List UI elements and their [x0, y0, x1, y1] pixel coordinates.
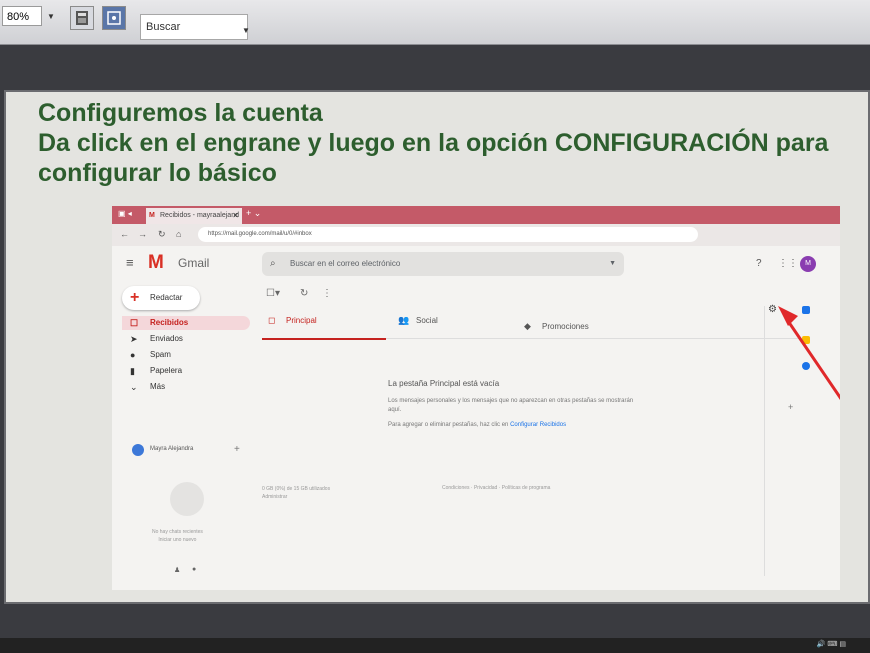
- calculator-icon: [76, 11, 88, 25]
- zoom-field[interactable]: 80%: [2, 6, 42, 26]
- app-toolbar: 80% ▼ Buscar ▼: [0, 0, 870, 45]
- slide-title-line1: Configuremos la cuenta: [38, 99, 323, 127]
- zoom-dropdown-icon[interactable]: ▼: [44, 6, 58, 26]
- slide-title-line2: Da click en el engrane y luego en la opc…: [38, 129, 829, 157]
- gmail-screenshot: ▣ ◂ M Recibidos - mayraalejand ✕ + ⌄ ← →…: [112, 206, 840, 590]
- select-icon: [107, 11, 121, 25]
- slide-title-line3: configurar lo básico: [38, 159, 277, 187]
- search-dropdown-icon[interactable]: ▼: [242, 26, 250, 35]
- system-tray-icon[interactable]: 🔊 ⌨ ▤: [817, 640, 846, 648]
- select-button[interactable]: [102, 6, 126, 30]
- search-input[interactable]: Buscar: [140, 14, 248, 40]
- taskbar: 🔊 ⌨ ▤: [0, 638, 870, 653]
- slide: Configuremos la cuenta Da click en el en…: [4, 90, 870, 604]
- calculator-button[interactable]: [70, 6, 94, 30]
- pointer-arrow-icon: [778, 306, 840, 400]
